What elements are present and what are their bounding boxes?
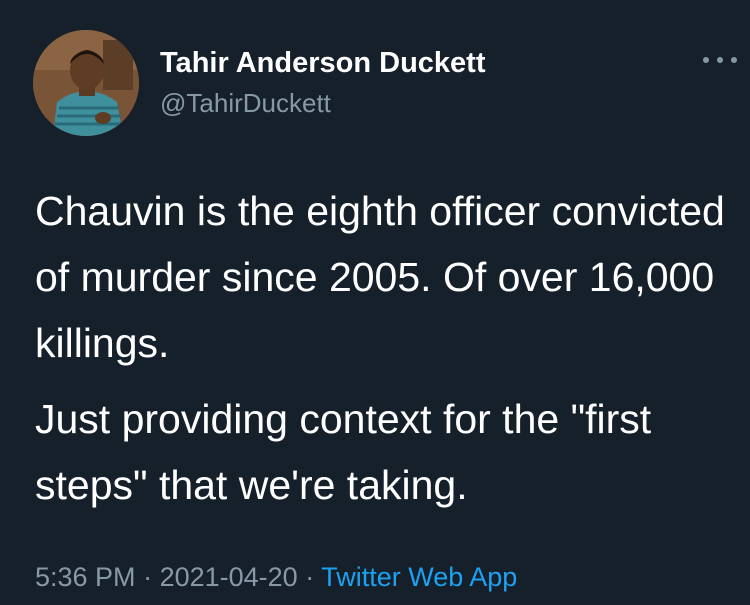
tweet-source-link[interactable]: Twitter Web App [321, 562, 517, 592]
tweet-date[interactable]: 2021-04-20 [160, 562, 298, 592]
tweet-meta: 5:36 PM · 2021-04-20 · Twitter Web App [35, 562, 517, 593]
more-dot [703, 57, 709, 63]
more-horizontal-icon[interactable] [703, 50, 737, 70]
display-name[interactable]: Tahir Anderson Duckett [160, 47, 486, 80]
tweet-card: Tahir Anderson Duckett @TahirDuckett Cha… [0, 0, 750, 605]
tweet-text-paragraph: Chauvin is the eighth officer convicted … [35, 188, 725, 366]
meta-separator: · [297, 562, 322, 592]
tweet-text-paragraph: Just providing context for the "first st… [35, 396, 652, 508]
user-handle[interactable]: @TahirDuckett [160, 88, 331, 119]
meta-separator: · [135, 562, 160, 592]
tweet-time[interactable]: 5:36 PM [35, 562, 136, 592]
avatar[interactable] [33, 30, 139, 136]
more-dot [731, 57, 737, 63]
more-dot [717, 57, 723, 63]
child-portrait-icon [33, 30, 139, 136]
